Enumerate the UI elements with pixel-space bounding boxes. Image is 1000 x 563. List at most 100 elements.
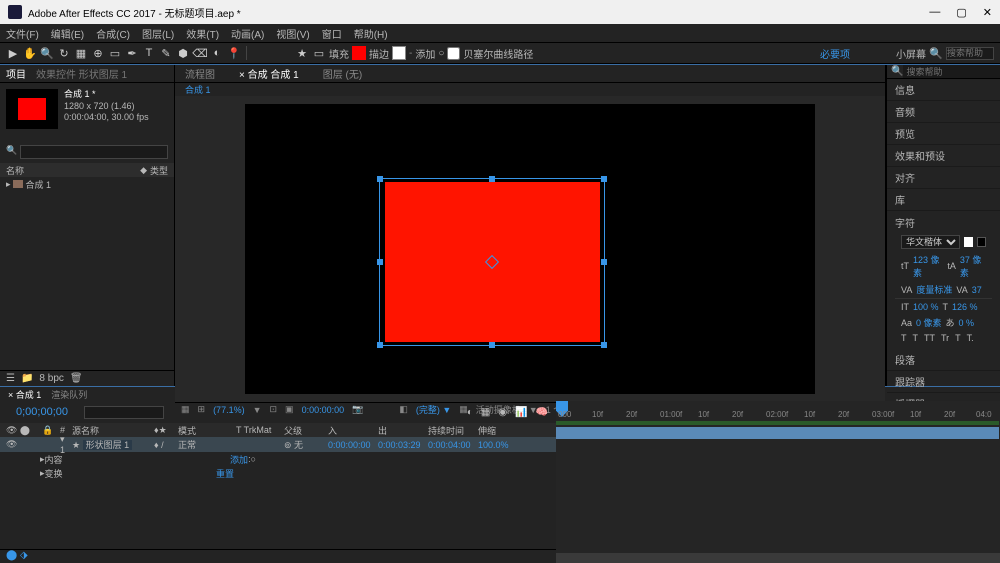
camera-tool-icon[interactable]: ▦ xyxy=(74,46,88,60)
options-icon[interactable]: ○ xyxy=(438,48,444,59)
layer-stretch[interactable]: 100.0% xyxy=(472,440,512,450)
baseline-value[interactable]: 0 像素 xyxy=(916,316,942,329)
menu-file[interactable]: 文件(F) xyxy=(6,26,39,41)
layer-dur[interactable]: 0:00:04:00 xyxy=(422,440,472,450)
zoom-tool-icon[interactable]: 🔍 xyxy=(40,46,54,60)
project-search-input[interactable] xyxy=(20,145,168,159)
panel-search-input[interactable] xyxy=(903,65,1000,78)
comp-breadcrumb[interactable]: 合成 1 xyxy=(185,83,211,96)
motion-blur-icon[interactable]: ◉ xyxy=(498,407,507,418)
panel-audio[interactable]: 音频 xyxy=(887,101,1000,123)
timecode[interactable]: 0;00;00;00 xyxy=(8,406,76,418)
minimize-button[interactable]: — xyxy=(929,6,940,19)
italic-button[interactable]: T xyxy=(913,333,919,343)
tab-effect-controls[interactable]: 效果控件 形状图层 1 xyxy=(36,66,127,81)
leading-value[interactable]: 37 像素 xyxy=(960,253,986,279)
help-search-input[interactable] xyxy=(946,47,994,60)
layer-contents[interactable]: ▸ 内容添加:○ xyxy=(0,452,556,466)
layer-bar[interactable] xyxy=(556,427,999,439)
col-name[interactable]: 名称 xyxy=(6,164,24,177)
layer-mode[interactable]: 正常 xyxy=(172,438,230,451)
graph-icon[interactable]: 📊 xyxy=(515,407,527,418)
fill-swatch[interactable] xyxy=(352,46,366,60)
layer-row[interactable]: 👁 ▾ 1 ★ 形状图层 1 ♦ / 正常 ⊚ 无 0:00:00:00 0:0… xyxy=(0,437,556,452)
star-icon[interactable]: ★ xyxy=(295,46,309,60)
font-size[interactable]: 123 像素 xyxy=(913,253,943,279)
col-stretch[interactable]: 伸缩 xyxy=(472,424,512,437)
col-mode[interactable]: 模式 xyxy=(172,424,230,437)
maximize-button[interactable]: ▢ xyxy=(956,6,966,19)
interpret-icon[interactable]: ☰ xyxy=(6,373,15,384)
panel-library[interactable]: 库 xyxy=(887,189,1000,211)
trash-icon[interactable]: 🗑 xyxy=(70,373,83,384)
brush-tool-icon[interactable]: ✎ xyxy=(159,46,173,60)
menu-comp[interactable]: 合成(C) xyxy=(96,26,130,41)
tab-comp[interactable]: × 合成 合成 1 xyxy=(239,66,299,81)
tab-project[interactable]: 项目 xyxy=(6,66,26,81)
col-type-icon[interactable]: ◆ xyxy=(140,165,147,176)
work-area-bar[interactable] xyxy=(556,421,999,425)
menu-edit[interactable]: 编辑(E) xyxy=(51,26,84,41)
workspace-dropdown[interactable]: 必要项 xyxy=(820,46,850,61)
layer-out[interactable]: 0:00:03:29 xyxy=(372,440,422,450)
text-fill-swatch[interactable] xyxy=(964,237,973,247)
tracking-value[interactable]: 37 xyxy=(972,285,982,295)
col-parent[interactable]: 父级 xyxy=(278,424,322,437)
superscript-button[interactable]: T xyxy=(955,333,961,343)
timeline-tracks[interactable]: 000 10f 20f 01:00f 10f 20f 02:00f 10f 20… xyxy=(556,401,1000,563)
bold-button[interactable]: T xyxy=(901,333,907,343)
shy-icon[interactable]: ◐ xyxy=(467,407,473,418)
scroll-thumb[interactable] xyxy=(556,553,1000,563)
timeline-search-input[interactable] xyxy=(84,406,164,419)
close-button[interactable]: ✕ xyxy=(983,6,992,19)
comp-thumbnail[interactable] xyxy=(6,89,58,129)
folder-icon[interactable]: 📁 xyxy=(21,373,33,384)
col-type[interactable]: 类型 xyxy=(150,164,168,177)
col-in[interactable]: 入 xyxy=(322,424,372,437)
menu-layer[interactable]: 图层(L) xyxy=(142,26,174,41)
font-dropdown[interactable]: 华文楷体 xyxy=(901,235,960,249)
brain-icon[interactable]: 🧠 xyxy=(536,407,548,418)
rect-tool-icon[interactable]: ▭ xyxy=(108,46,122,60)
roto-tool-icon[interactable]: ◐ xyxy=(210,46,224,60)
tsume-value[interactable]: 0 % xyxy=(959,318,975,328)
anchor-point-icon[interactable] xyxy=(485,255,499,269)
rotate-tool-icon[interactable]: ↻ xyxy=(57,46,71,60)
tab-timeline-comp[interactable]: × 合成 1 xyxy=(8,388,41,401)
menu-effect[interactable]: 效果(T) xyxy=(186,26,219,41)
kerning-value[interactable]: 度量标准 xyxy=(916,283,952,296)
hscale-value[interactable]: 126 % xyxy=(952,302,978,312)
project-item[interactable]: ▸ 合成 1 xyxy=(0,177,174,191)
col-src[interactable]: 源名称 xyxy=(66,424,148,437)
col-dur[interactable]: 持续时间 xyxy=(422,424,472,437)
vscale-value[interactable]: 100 % xyxy=(913,302,939,312)
pen-tool-icon[interactable]: ✒ xyxy=(125,46,139,60)
timeline-scrollbar[interactable] xyxy=(556,553,1000,563)
composition-canvas[interactable] xyxy=(245,104,815,394)
panel-preview[interactable]: 预览 xyxy=(887,123,1000,145)
text-tool-icon[interactable]: T xyxy=(142,46,156,60)
menu-help[interactable]: 帮助(H) xyxy=(354,26,388,41)
panel-info[interactable]: 信息 xyxy=(887,79,1000,101)
col-out[interactable]: 出 xyxy=(372,424,422,437)
frame-blend-icon[interactable]: ▦ xyxy=(481,407,490,418)
panel-align[interactable]: 对齐 xyxy=(887,167,1000,189)
stamp-tool-icon[interactable]: ⬢ xyxy=(176,46,190,60)
layer-transform[interactable]: ▸ 变换重置 xyxy=(0,466,556,480)
search-icon[interactable]: 🔍 xyxy=(929,46,943,60)
rect-icon[interactable]: ▭ xyxy=(312,46,326,60)
layer-in[interactable]: 0:00:00:00 xyxy=(322,440,372,450)
bezier-checkbox[interactable] xyxy=(447,47,460,60)
text-stroke-swatch[interactable] xyxy=(977,237,986,247)
tab-flowchart[interactable]: 流程图 xyxy=(185,66,215,81)
time-ruler[interactable]: 000 10f 20f 01:00f 10f 20f 02:00f 10f 20… xyxy=(556,401,1000,419)
menu-window[interactable]: 窗口 xyxy=(322,26,342,41)
col-trkmat[interactable]: T TrkMat xyxy=(230,425,278,435)
toggle-switches-icon[interactable]: ⬤ ⬗ xyxy=(0,549,556,563)
add-label[interactable]: 添加 xyxy=(415,46,435,61)
puppet-tool-icon[interactable]: 📍 xyxy=(227,46,241,60)
hand-tool-icon[interactable]: ✋ xyxy=(23,46,37,60)
bpc-button[interactable]: 8 bpc xyxy=(39,373,63,384)
menu-view[interactable]: 视图(V) xyxy=(276,26,309,41)
subscript-button[interactable]: T. xyxy=(967,333,974,343)
